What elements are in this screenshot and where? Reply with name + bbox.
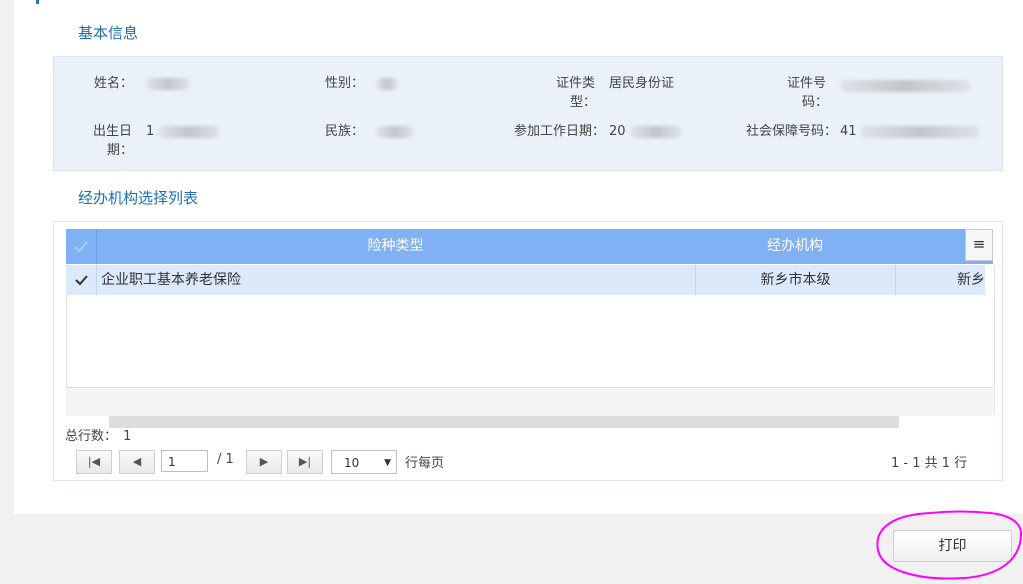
last-page-button[interactable]: ▶| (287, 450, 323, 474)
total-value: 1 (123, 429, 132, 444)
ssn-label: 社会保障号码： (746, 124, 838, 139)
next-page-icon: ▶ (259, 455, 269, 468)
ssn-value: 41 (840, 122, 979, 141)
id-type-label-line2: 型： (570, 95, 597, 110)
cell-insurance-type: 企业职工基本养老保险 (101, 272, 241, 288)
work-start-label: 参加工作日期： (514, 124, 606, 139)
next-page-button[interactable]: ▶ (246, 450, 282, 474)
column-header-agency[interactable]: 经办机构 (695, 229, 895, 264)
birth-label-line1: 出生日 (93, 124, 133, 139)
dropdown-arrow-icon: ▼ (384, 458, 391, 468)
page-size-select[interactable]: 10 ▼ (331, 450, 397, 474)
cell-agency: 新乡市本级 (695, 265, 896, 295)
name-value (146, 74, 190, 93)
id-no-label-line1: 证件号 (787, 76, 827, 91)
id-type-value: 居民身份证 (609, 76, 675, 91)
grid-footer-band (66, 387, 993, 416)
cell-extra: 新乡 (957, 272, 985, 288)
ethnicity-value (376, 122, 414, 141)
total-label: 总行数： (65, 429, 118, 444)
birth-label-line2: 期： (107, 143, 134, 158)
main-card: 基本信息 姓名： 性别： 证件类 型： 居民身份证 证件号 码： 出生日 期： … (14, 0, 1023, 514)
grid-header: 险种类型 经办机构 ≡ (66, 229, 993, 264)
check-icon (74, 241, 88, 253)
basic-info-title: 基本信息 (78, 24, 139, 42)
corner-mark (36, 0, 39, 4)
id-type-label-line1: 证件类 (556, 76, 596, 91)
name-label: 姓名： (94, 76, 134, 91)
agency-list-title: 经办机构选择列表 (78, 189, 199, 207)
select-all-checkbox[interactable] (66, 229, 97, 264)
birth-value: 1 (146, 122, 221, 141)
column-menu-button[interactable]: ≡ (965, 229, 993, 261)
ethnicity-label: 民族： (325, 124, 365, 139)
menu-icon: ≡ (972, 235, 986, 253)
id-no-value (840, 76, 970, 95)
id-no-label-line2: 码： (802, 95, 829, 110)
per-page-label: 行每页 (405, 456, 445, 471)
work-start-value: 20 (609, 122, 682, 141)
first-page-icon: |◀ (87, 455, 101, 468)
check-icon (75, 275, 88, 286)
row-checkbox[interactable] (66, 265, 97, 295)
page-number-input[interactable]: 1 (161, 450, 208, 472)
total-count: 总行数： 1 (65, 425, 131, 444)
prev-page-icon: ◀ (132, 455, 142, 468)
first-page-button[interactable]: |◀ (76, 450, 112, 474)
table-row[interactable]: 企业职工基本养老保险 新乡市本级 新乡 (66, 265, 985, 295)
page-count: / 1 (217, 452, 234, 467)
gender-label: 性别： (325, 76, 365, 91)
column-header-insurance-type[interactable]: 险种类型 (97, 229, 694, 264)
basic-info-panel: 姓名： 性别： 证件类 型： 居民身份证 证件号 码： 出生日 期： 1 民族：… (53, 56, 1003, 171)
range-summary: 1 - 1 共 1 行 (891, 456, 968, 471)
gender-value (376, 74, 398, 93)
print-button[interactable]: 打印 (893, 530, 1012, 562)
last-page-icon: ▶| (298, 455, 312, 468)
pager: |◀ ◀ 1 / 1 ▶ ▶| 10 ▼ 行每页 1 - 1 共 1 行 (76, 450, 986, 476)
prev-page-button[interactable]: ◀ (119, 450, 155, 474)
agency-grid: 险种类型 经办机构 ≡ 企业职工基本养老保险 新乡市本级 新乡 总行数： 1 |… (53, 221, 1003, 481)
